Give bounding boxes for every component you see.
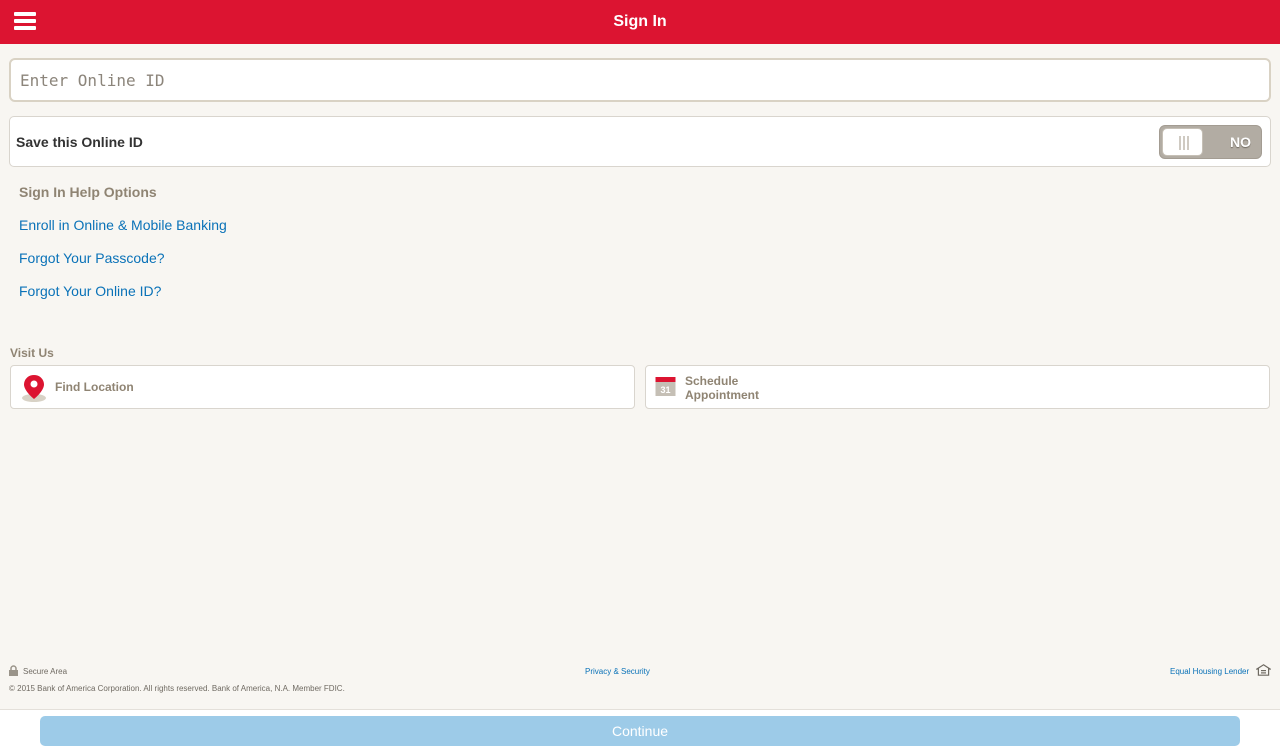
calendar-day: 31 — [660, 385, 670, 395]
save-online-id-row: Save this Online ID NO — [9, 116, 1271, 167]
forgot-passcode-link[interactable]: Forgot Your Passcode? — [19, 250, 165, 266]
toggle-state-label: NO — [1230, 134, 1251, 150]
save-online-id-label: Save this Online ID — [16, 134, 143, 150]
toggle-knob[interactable] — [1162, 128, 1203, 156]
equal-housing-icon — [1256, 664, 1271, 676]
enroll-link[interactable]: Enroll in Online & Mobile Banking — [19, 217, 227, 233]
top-app-bar: Sign In — [0, 0, 1280, 44]
forgot-online-id-link[interactable]: Forgot Your Online ID? — [19, 283, 161, 299]
continue-button[interactable]: Continue — [40, 716, 1240, 746]
visit-us-header: Visit Us — [10, 346, 54, 360]
lock-icon — [9, 665, 18, 676]
privacy-security-link[interactable]: Privacy & Security — [585, 667, 650, 676]
equal-housing-lender-link[interactable]: Equal Housing Lender — [1170, 667, 1249, 676]
map-pin-icon — [22, 375, 46, 402]
secure-area-label: Secure Area — [23, 667, 68, 676]
schedule-appointment-button[interactable]: 31 Schedule Appointment — [645, 365, 1270, 409]
page-title: Sign In — [613, 13, 667, 30]
help-options-header: Sign In Help Options — [19, 184, 157, 200]
save-online-id-toggle[interactable]: NO — [1159, 125, 1262, 159]
schedule-label-line1: Schedule — [685, 374, 739, 388]
find-location-label: Find Location — [55, 380, 134, 394]
online-id-input[interactable] — [9, 58, 1271, 102]
bottom-action-bar: Continue — [0, 709, 1280, 750]
find-location-button[interactable]: Find Location — [10, 365, 635, 409]
calendar-icon: 31 — [655, 377, 676, 396]
schedule-label-line2: Appointment — [685, 388, 759, 402]
copyright-text: © 2015 Bank of America Corporation. All … — [9, 684, 345, 693]
